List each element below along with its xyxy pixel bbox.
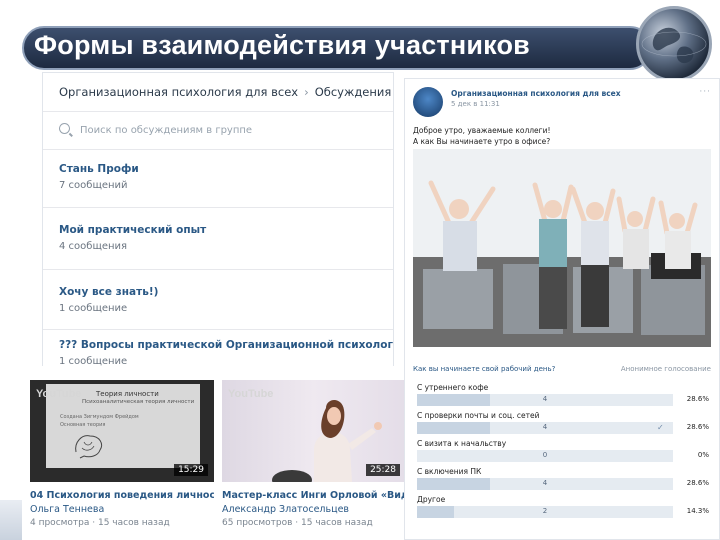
video-meta: 4 просмотра · 15 часов назад	[30, 518, 170, 528]
video-card[interactable]: Теория личности Психоаналитическая теори…	[30, 380, 214, 528]
list-item[interactable]: Стань Профи 7 сообщений	[59, 163, 139, 191]
video-list: Теория личности Психоаналитическая теори…	[22, 366, 416, 540]
topic-message-count: 4 сообщения	[59, 241, 128, 252]
video-card[interactable]: YouTube 25:28 Мастер-класс Инги Орловой …	[222, 380, 406, 528]
more-options-icon[interactable]: ···	[699, 87, 711, 97]
search-input[interactable]: Поиск по обсуждениям в группе	[59, 123, 379, 141]
post-text-line: Доброе утро, уважаемые коллеги!	[413, 126, 551, 135]
video-author[interactable]: Ольга Теннева	[30, 504, 214, 515]
topic-title[interactable]: Хочу все знать!)	[59, 286, 158, 298]
topic-title[interactable]: Мой практический опыт	[59, 224, 206, 236]
poll-option-label: Другое	[417, 495, 446, 504]
topic-message-count: 1 сообщение	[59, 303, 128, 314]
poll-option-percent: 28.6%	[686, 479, 709, 487]
post-date[interactable]: 5 дек в 11:31	[451, 100, 500, 108]
slide-subheading: Психоаналитическая теория личности	[82, 399, 195, 405]
video-meta: 65 просмотров · 15 часов назад	[222, 518, 373, 528]
poll-option-percent: 28.6%	[686, 423, 709, 431]
video-author[interactable]: Александр Златосельцев	[222, 504, 406, 515]
divider	[43, 111, 393, 112]
poll-option-votes: 4	[542, 395, 548, 403]
list-item[interactable]: Мой практический опыт 4 сообщения	[59, 224, 206, 252]
office-stretching-photo[interactable]	[413, 149, 711, 347]
search-icon	[59, 123, 70, 134]
youtube-logo-icon: YouTube	[36, 388, 82, 400]
poll-option-label: С включения ПК	[417, 467, 482, 476]
slide-text: Основная теория	[60, 422, 106, 428]
poll-option-percent: 14.3%	[686, 507, 709, 515]
video-thumbnail[interactable]: Теория личности Психоаналитическая теори…	[30, 380, 214, 482]
slide-title: Формы взаимодействия участников	[34, 30, 530, 60]
video-duration: 25:28	[366, 464, 400, 476]
checkmark-icon: ✓	[657, 423, 664, 432]
post-text: Доброе утро, уважаемые коллеги! А как Вы…	[413, 125, 551, 147]
poll-option-votes: 4	[542, 479, 548, 487]
video-title[interactable]: Мастер-класс Инги Орловой «Видеть ...	[222, 490, 406, 501]
breadcrumb-section: Обсуждения	[314, 85, 392, 99]
poll-type: Анонимное голосование	[620, 365, 711, 373]
poll-option-percent: 28.6%	[686, 395, 709, 403]
poll-question: Как вы начинаете свой рабочий день?	[413, 365, 556, 373]
poll-option-votes: 0	[542, 451, 548, 459]
poll-option[interactable]: Другое 2 14.3%	[417, 495, 709, 518]
wall-post: Организационная психология для всех 5 де…	[404, 78, 720, 540]
divider	[43, 149, 393, 150]
brain-sketch-icon	[75, 435, 103, 459]
topic-title[interactable]: Стань Профи	[59, 163, 139, 175]
post-author-link[interactable]: Организационная психология для всех	[451, 89, 621, 98]
slide-heading: Теория личности	[96, 390, 159, 398]
topic-title[interactable]: ??? Вопросы практической Организационной…	[59, 339, 393, 351]
post-text-line: А как Вы начинаете утро в офисе?	[413, 137, 551, 146]
poll-option-votes: 4	[542, 423, 548, 431]
poll-option[interactable]: С визита к начальству 0 0%	[417, 439, 709, 462]
poll-option-bar: 4	[417, 422, 673, 434]
poll-option[interactable]: С включения ПК 4 28.6%	[417, 467, 709, 490]
globe-icon	[636, 6, 712, 82]
discussions-panel: Организационная психология для всех › Обсу…	[42, 72, 394, 372]
search-placeholder: Поиск по обсуждениям в группе	[80, 125, 253, 136]
video-duration: 15:29	[174, 464, 208, 476]
topic-message-count: 7 сообщений	[59, 180, 128, 191]
video-thumbnail[interactable]: YouTube 25:28	[222, 380, 406, 482]
poll-option-bar: 4	[417, 478, 673, 490]
video-title[interactable]: 04 Психология поведения личности в о...	[30, 490, 214, 501]
poll-option-bar: 2	[417, 506, 673, 518]
chevron-right-icon: ›	[304, 85, 309, 99]
poll-option-label: С визита к начальству	[417, 439, 507, 448]
poll-option-votes: 2	[542, 507, 548, 515]
divider	[43, 269, 393, 270]
list-item[interactable]: Хочу все знать!) 1 сообщение	[59, 286, 158, 314]
divider	[43, 329, 393, 330]
divider	[43, 207, 393, 208]
poll-option-bar: 4	[417, 394, 673, 406]
poll-option[interactable]: С проверки почты и соц. сетей 4 ✓ 28.6%	[417, 411, 709, 434]
avatar[interactable]	[413, 87, 443, 117]
breadcrumb: Организационная психология для всех › Обсу…	[59, 85, 393, 99]
youtube-logo-icon: YouTube	[228, 388, 274, 400]
poll-option-label: С утреннего кофе	[417, 383, 489, 392]
poll-option-bar: 0	[417, 450, 673, 462]
poll-option-percent: 0%	[697, 451, 709, 459]
slide-text: Создана Зигмундом Фрейдом	[60, 414, 139, 420]
poll-option-label: С проверки почты и соц. сетей	[417, 411, 540, 420]
breadcrumb-group-link[interactable]: Организационная психология для всех	[59, 85, 298, 99]
poll-option[interactable]: С утреннего кофе 4 28.6%	[417, 383, 709, 406]
list-item[interactable]: ??? Вопросы практической Организационной…	[59, 339, 393, 367]
